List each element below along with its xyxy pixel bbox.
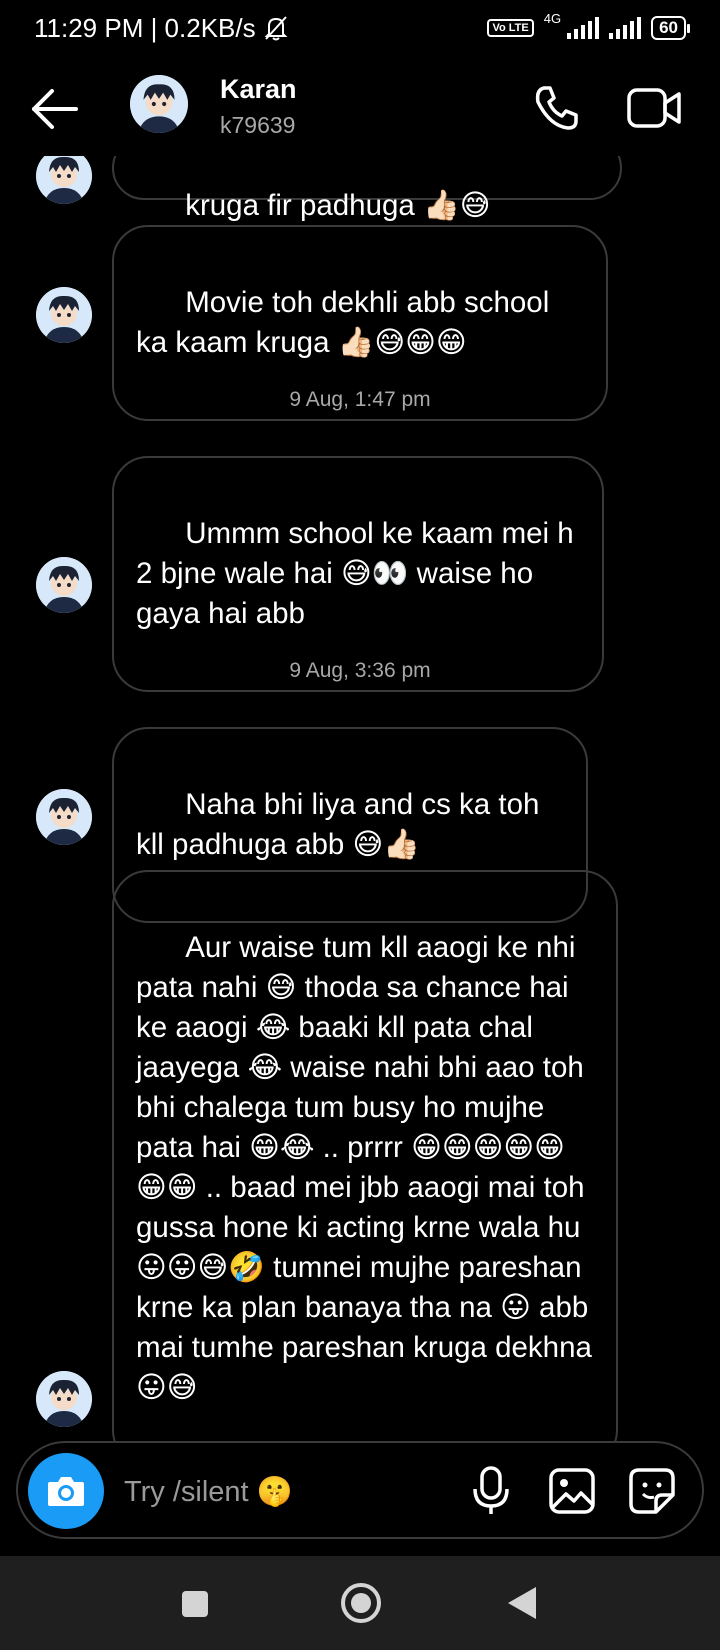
message-text: kruga fir padhuga 👍🏻😅 <box>185 189 491 222</box>
contact-avatar[interactable] <box>130 75 188 133</box>
status-time: 11:29 PM | 0.2KB/s <box>34 12 256 43</box>
video-camera-icon <box>627 88 681 128</box>
contact-username[interactable]: k79639 <box>220 112 295 139</box>
status-right: Vo LTE 4G 60 <box>487 11 690 40</box>
sticker-icon <box>629 1468 675 1514</box>
chat-screen: kruga fir padhuga 👍🏻😅 Movie toh dekhli a… <box>0 0 720 1650</box>
message-bubble[interactable]: Ummm school ke kaam mei h 2 bjne wale ha… <box>112 456 604 692</box>
signal-icon <box>609 17 642 39</box>
back-button[interactable] <box>28 84 84 134</box>
phone-icon <box>535 86 578 130</box>
arrow-left-icon <box>32 89 78 129</box>
system-back-button[interactable] <box>508 1587 536 1619</box>
message-input[interactable] <box>122 1461 456 1523</box>
camera-button[interactable] <box>28 1453 104 1529</box>
status-bar: 11:29 PM | 0.2KB/s Vo LTE 4G 60 <box>0 0 720 56</box>
sender-avatar[interactable] <box>36 1371 92 1427</box>
contact-name[interactable]: Karan <box>220 74 297 105</box>
message-timestamp: 9 Aug, 1:47 pm <box>289 388 431 411</box>
message-timestamp: 9 Aug, 3:36 pm <box>289 659 431 682</box>
message-text: Aur waise tum kll aaogi ke nhi pata nahi… <box>136 931 601 1404</box>
sender-avatar[interactable] <box>36 148 92 204</box>
recent-apps-button[interactable] <box>182 1591 208 1617</box>
system-nav-bar <box>0 1556 720 1650</box>
bell-muted-icon <box>264 16 288 41</box>
voice-message-button[interactable] <box>470 1465 512 1517</box>
sender-avatar[interactable] <box>36 789 92 845</box>
sender-avatar[interactable] <box>36 287 92 343</box>
voice-call-button[interactable] <box>530 82 582 134</box>
signal-icon <box>567 17 600 39</box>
volte-badge: Vo LTE <box>487 19 534 37</box>
message-thread: kruga fir padhuga 👍🏻😅 Movie toh dekhli a… <box>0 0 720 1650</box>
message-composer <box>16 1441 704 1539</box>
message-text: Movie toh dekhli abb school ka kaam krug… <box>136 286 558 359</box>
message-bubble[interactable]: Aur waise tum kll aaogi ke nhi pata nahi… <box>112 870 618 1466</box>
sender-avatar[interactable] <box>36 557 92 613</box>
network-type: 4G <box>543 10 562 26</box>
battery-icon: 60 <box>651 16 690 40</box>
camera-icon <box>48 1477 84 1506</box>
video-call-button[interactable] <box>626 84 684 132</box>
chat-header: Karan k79639 <box>0 56 720 156</box>
message-text: Naha bhi liya and cs ka toh kll padhuga … <box>136 788 548 861</box>
sticker-button[interactable] <box>628 1467 676 1515</box>
image-icon <box>549 1468 595 1514</box>
status-left: 11:29 PM | 0.2KB/s <box>34 13 290 44</box>
microphone-icon <box>473 1466 509 1514</box>
gallery-button[interactable] <box>548 1467 596 1515</box>
home-button[interactable] <box>341 1583 381 1623</box>
message-text: Ummm school ke kaam mei h 2 bjne wale ha… <box>136 517 582 630</box>
